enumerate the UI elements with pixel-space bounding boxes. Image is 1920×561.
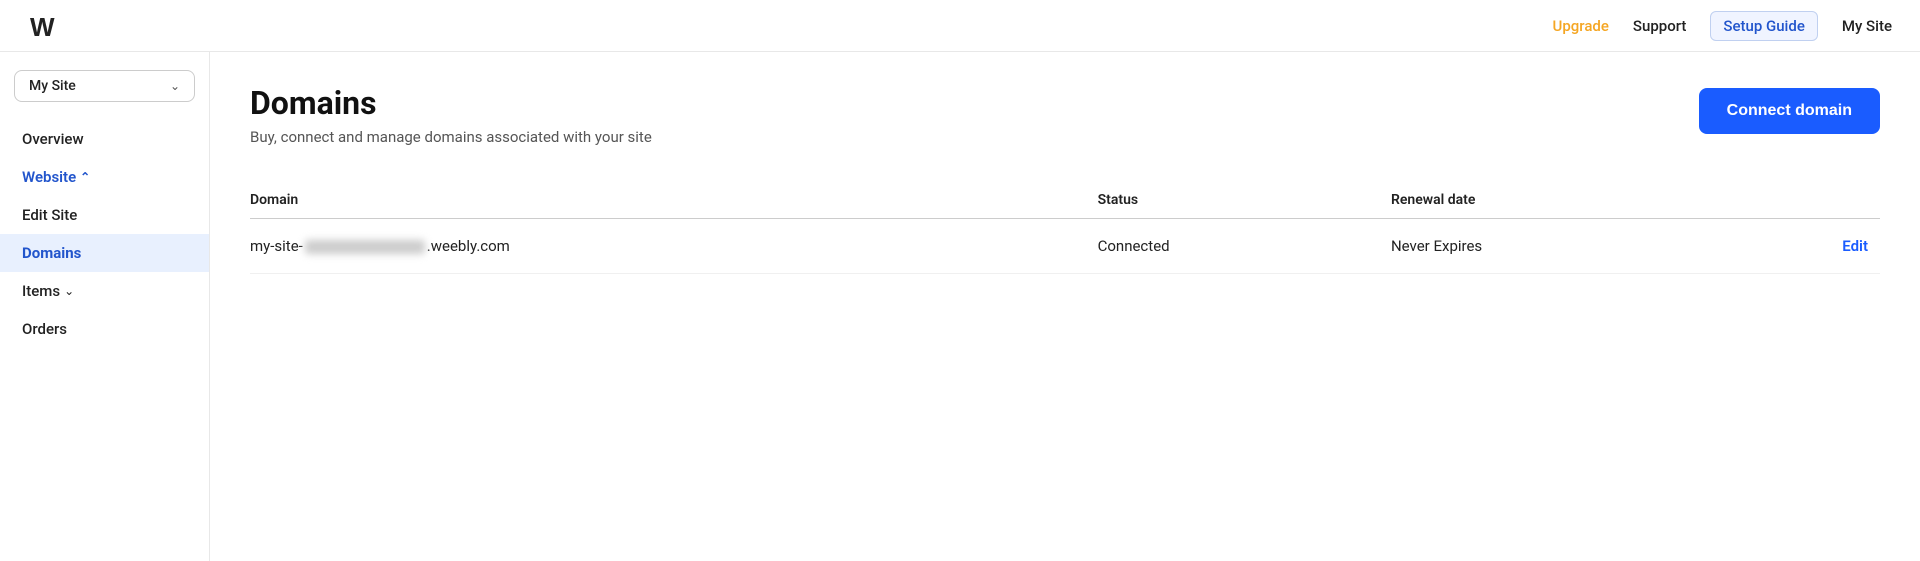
col-header-status: Status — [1098, 182, 1391, 219]
sidebar-item-overview[interactable]: Overview — [0, 120, 209, 158]
svg-text:W: W — [30, 12, 55, 42]
main-header: Domains Buy, connect and manage domains … — [250, 84, 1880, 146]
connect-domain-button[interactable]: Connect domain — [1699, 88, 1880, 134]
chevron-down-icon: ⌄ — [64, 284, 74, 298]
sidebar-item-edit-site[interactable]: Edit Site — [0, 196, 209, 234]
site-name: My Site — [29, 78, 76, 94]
layout: My Site ⌄ Overview Website ⌃ Edit Site D… — [0, 52, 1920, 561]
chevron-up-icon: ⌃ — [80, 170, 90, 184]
site-selector[interactable]: My Site ⌄ — [14, 70, 195, 102]
logo[interactable]: W — [28, 10, 60, 42]
chevron-down-icon: ⌄ — [170, 79, 180, 93]
topnav-links: Upgrade Support Setup Guide My Site — [1553, 11, 1892, 41]
sidebar-section-website[interactable]: Website ⌃ — [0, 158, 209, 196]
my-site-link[interactable]: My Site — [1842, 17, 1892, 35]
page-subtitle: Buy, connect and manage domains associat… — [250, 128, 652, 146]
items-label: Items — [22, 282, 60, 300]
sidebar-item-domains[interactable]: Domains — [0, 234, 209, 272]
sidebar: My Site ⌄ Overview Website ⌃ Edit Site D… — [0, 52, 210, 561]
main-content: Domains Buy, connect and manage domains … — [210, 52, 1920, 561]
table-row: my-site- .weebly.com ConnectedNever Expire… — [250, 219, 1880, 274]
col-header-renewal: Renewal date — [1391, 182, 1717, 219]
status-cell: Connected — [1098, 219, 1391, 274]
top-navigation: W Upgrade Support Setup Guide My Site — [0, 0, 1920, 52]
support-link[interactable]: Support — [1633, 17, 1686, 35]
action-cell: Edit — [1717, 219, 1880, 274]
domain-blurred-segment — [305, 240, 425, 254]
title-area: Domains Buy, connect and manage domains … — [250, 84, 652, 146]
upgrade-link[interactable]: Upgrade — [1553, 17, 1609, 35]
domain-cell: my-site- .weebly.com — [250, 219, 1098, 274]
sidebar-item-orders[interactable]: Orders — [0, 310, 209, 348]
col-header-domain: Domain — [250, 182, 1098, 219]
col-header-action — [1717, 182, 1880, 219]
domain-prefix: my-site- — [250, 237, 303, 255]
domain-suffix: .weebly.com — [427, 237, 510, 255]
sidebar-item-items[interactable]: Items ⌄ — [0, 272, 209, 310]
page-title: Domains — [250, 84, 652, 122]
website-section-label: Website — [22, 168, 76, 186]
setup-guide-link[interactable]: Setup Guide — [1710, 11, 1817, 41]
edit-link[interactable]: Edit — [1842, 237, 1868, 255]
domains-table: Domain Status Renewal date my-site- .weeb… — [250, 182, 1880, 274]
renewal-cell: Never Expires — [1391, 219, 1717, 274]
